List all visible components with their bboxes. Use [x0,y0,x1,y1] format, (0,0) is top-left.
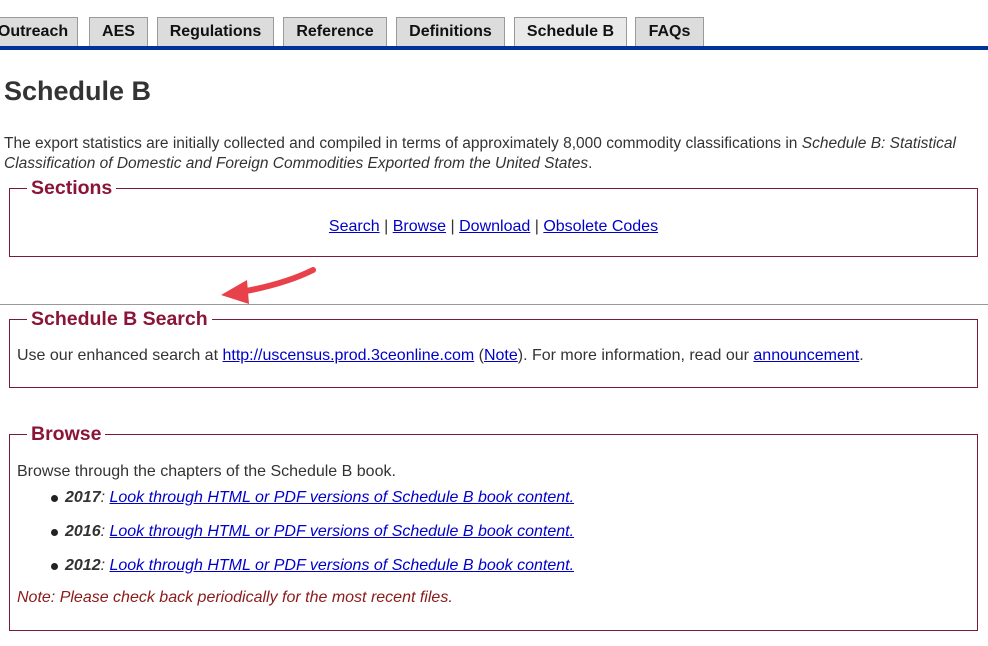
search-legend: Schedule B Search [31,308,208,330]
browse-link[interactable]: Browse [393,218,446,235]
bullet-icon [51,563,58,570]
search-middle: ). For more information, read our [517,347,754,364]
tab-reference[interactable]: Reference [283,17,387,46]
year-label: 2017 [65,489,101,506]
year-label: 2012 [65,557,101,574]
search-link[interactable]: Search [329,218,380,235]
sections-links: Search | Browse | Download | Obsolete Co… [17,218,970,236]
bullet-icon [51,495,58,502]
tab-aes[interactable]: AES [89,17,148,46]
sections-legend: Sections [31,177,113,199]
tab-outreach[interactable]: Outreach [0,17,78,46]
red-arrow-annotation [221,267,316,304]
browse-legend: Browse [31,423,102,445]
search-description: Use our enhanced search at http://uscens… [17,347,970,365]
browse-description: Browse through the chapters of the Sched… [17,463,396,480]
browse-box: Browse Browse through the chapters of th… [9,423,978,631]
book-content-link-2016[interactable]: Look through HTML or PDF versions of Sch… [109,523,574,540]
list-item: 2012: Look through HTML or PDF versions … [51,549,970,583]
intro-text: The export statistics are initially coll… [4,135,802,152]
search-end: . [859,347,864,364]
sections-box: Sections Search | Browse | Download | Ob… [9,177,978,257]
year-label: 2016 [65,523,101,540]
page-title: Schedule B [4,76,152,106]
tab-schedule-b[interactable]: Schedule B [514,17,627,46]
schedule-b-search-box: Schedule B Search Use our enhanced searc… [9,308,978,388]
tab-definitions[interactable]: Definitions [396,17,505,46]
intro-paragraph: The export statistics are initially coll… [4,134,964,174]
tab-faqs[interactable]: FAQs [635,17,704,46]
intro-end: . [588,155,593,172]
note-link[interactable]: Note [484,347,518,364]
nav-tab-bar: Outreach AES Regulations Reference Defin… [0,17,988,46]
3ceonline-link[interactable]: http://uscensus.prod.3ceonline.com [222,347,474,364]
separator: | [384,218,389,235]
book-content-link-2017[interactable]: Look through HTML or PDF versions of Sch… [109,489,574,506]
tab-underline [0,46,988,50]
browse-note: Note: Please check back periodically for… [17,589,453,606]
download-link[interactable]: Download [459,218,530,235]
separator: | [534,218,539,235]
search-prefix: Use our enhanced search at [17,347,223,364]
horizontal-divider [0,304,988,305]
tab-regulations[interactable]: Regulations [157,17,274,46]
bullet-icon [51,529,58,536]
book-content-link-2012[interactable]: Look through HTML or PDF versions of Sch… [109,557,574,574]
obsolete-codes-link[interactable]: Obsolete Codes [543,218,658,235]
list-item: 2016: Look through HTML or PDF versions … [51,515,970,549]
list-item: 2017: Look through HTML or PDF versions … [51,481,970,515]
announcement-link[interactable]: announcement [753,347,859,364]
browse-year-list: 2017: Look through HTML or PDF versions … [17,481,970,583]
separator: | [450,218,455,235]
paren-open: ( [474,347,484,364]
